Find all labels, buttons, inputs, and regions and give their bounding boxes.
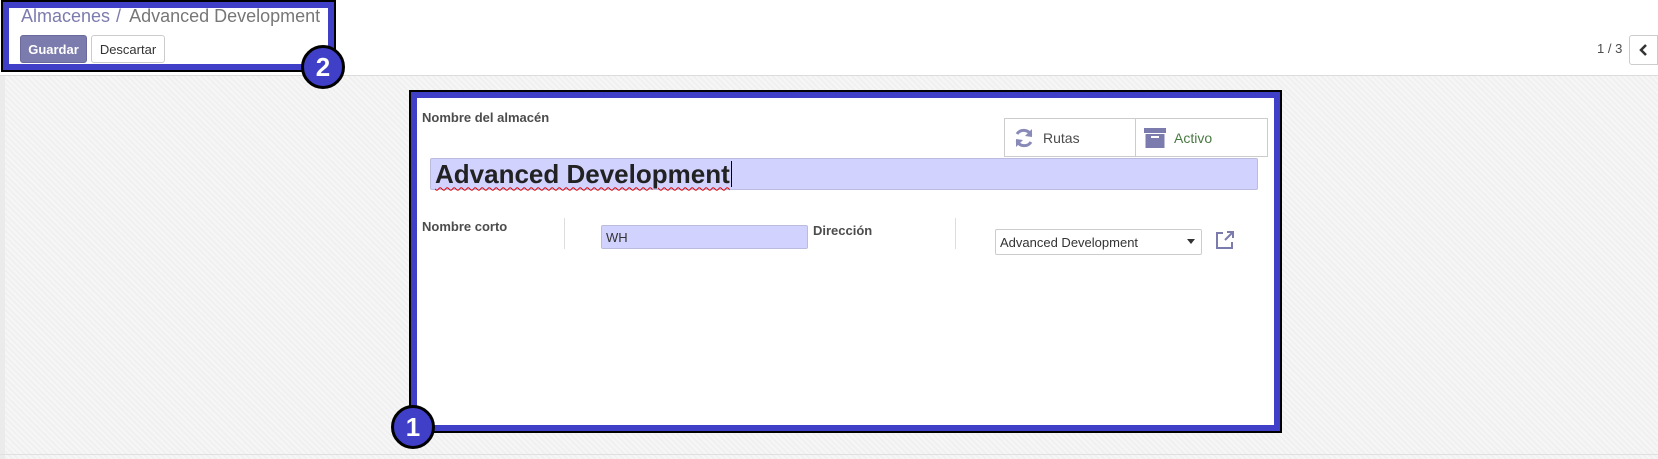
warehouse-name-value: Advanced Development: [435, 158, 730, 189]
active-toggle-button[interactable]: Activo: [1136, 118, 1268, 157]
form-sheet: Nombre del almacén Rutas Activo Advanced…: [411, 92, 1280, 431]
pager-value[interactable]: 1 / 3: [1597, 41, 1622, 56]
smart-button-box: Rutas Activo: [1004, 118, 1268, 157]
short-name-label: Nombre corto: [422, 219, 508, 234]
short-name-input[interactable]: WH: [601, 225, 808, 249]
warehouse-name-label: Nombre del almacén: [422, 110, 550, 125]
chevron-left-icon: [1638, 44, 1647, 56]
field-separator-1: [564, 218, 565, 249]
routes-label: Rutas: [1043, 129, 1080, 146]
archive-icon: [1144, 127, 1166, 148]
active-label: Activo: [1174, 129, 1213, 146]
left-edge-strip: [0, 76, 5, 459]
bottom-divider: [0, 454, 1658, 455]
field-separator-2: [955, 218, 956, 249]
address-select-value: Advanced Development: [1000, 234, 1139, 250]
address-label: Dirección: [813, 223, 873, 238]
pager-previous-button[interactable]: [1629, 35, 1658, 65]
refresh-icon: [1013, 127, 1035, 149]
text-caret: [730, 161, 732, 187]
highlight-box-2: [3, 2, 334, 70]
annotation-badge-2: 2: [301, 45, 345, 89]
routes-smart-button[interactable]: Rutas: [1004, 118, 1136, 157]
external-link-icon[interactable]: [1214, 229, 1236, 251]
warehouse-name-input[interactable]: Advanced Development: [430, 158, 1258, 190]
annotation-badge-1: 1: [391, 405, 435, 449]
address-select[interactable]: Advanced Development: [995, 229, 1202, 255]
dropdown-caret-icon: [1187, 239, 1195, 244]
